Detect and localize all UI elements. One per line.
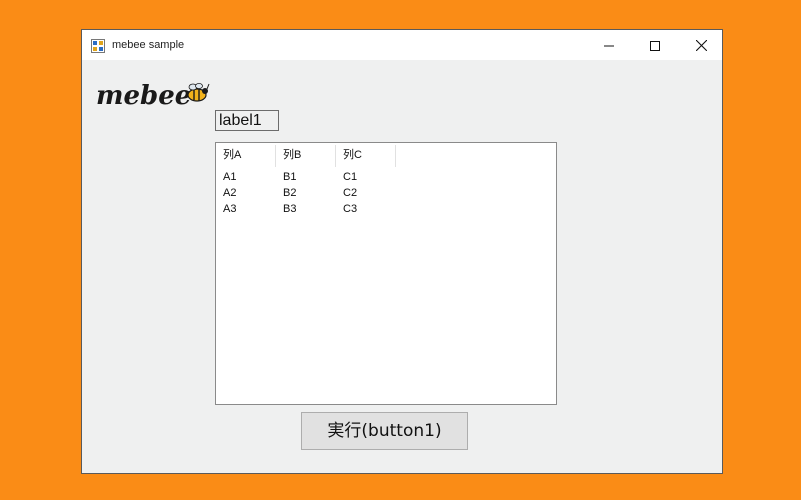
logo-text: mebee: [96, 81, 191, 110]
bee-mascot-icon: [187, 83, 210, 102]
column-header-a[interactable]: 列A: [216, 145, 276, 167]
title-bar[interactable]: mebee sample: [82, 30, 722, 60]
list-cell: B3: [283, 203, 297, 215]
run-button[interactable]: 実行(button1): [301, 412, 468, 450]
minimize-icon: [604, 36, 614, 55]
close-icon: [695, 36, 707, 55]
app-form-icon[interactable]: [91, 38, 105, 53]
list-cell: B2: [283, 187, 297, 199]
column-header-c[interactable]: 列C: [336, 145, 396, 167]
mebee-logo: mebee: [95, 78, 211, 111]
column-header-b[interactable]: 列B: [276, 145, 336, 167]
maximize-icon: [650, 36, 660, 55]
close-button[interactable]: [678, 30, 724, 60]
list-cell: C1: [343, 171, 358, 183]
label1: label1: [215, 110, 279, 131]
app-window: mebee sample mebee label1 列A 列B 列C A1 B1…: [81, 29, 723, 474]
list-cell: B1: [283, 171, 297, 183]
list-cell: A1: [223, 171, 237, 183]
minimize-button[interactable]: [586, 30, 632, 60]
list-cell: C2: [343, 187, 358, 199]
list-cell: C3: [343, 203, 358, 215]
window-title: mebee sample: [112, 39, 185, 51]
list-cell: A3: [223, 203, 237, 215]
list-cell: A2: [223, 187, 237, 199]
maximize-button[interactable]: [632, 30, 678, 60]
list-view[interactable]: 列A 列B 列C A1 B1 C1 A2 B2 C2 A3 B3 C3: [215, 142, 557, 405]
